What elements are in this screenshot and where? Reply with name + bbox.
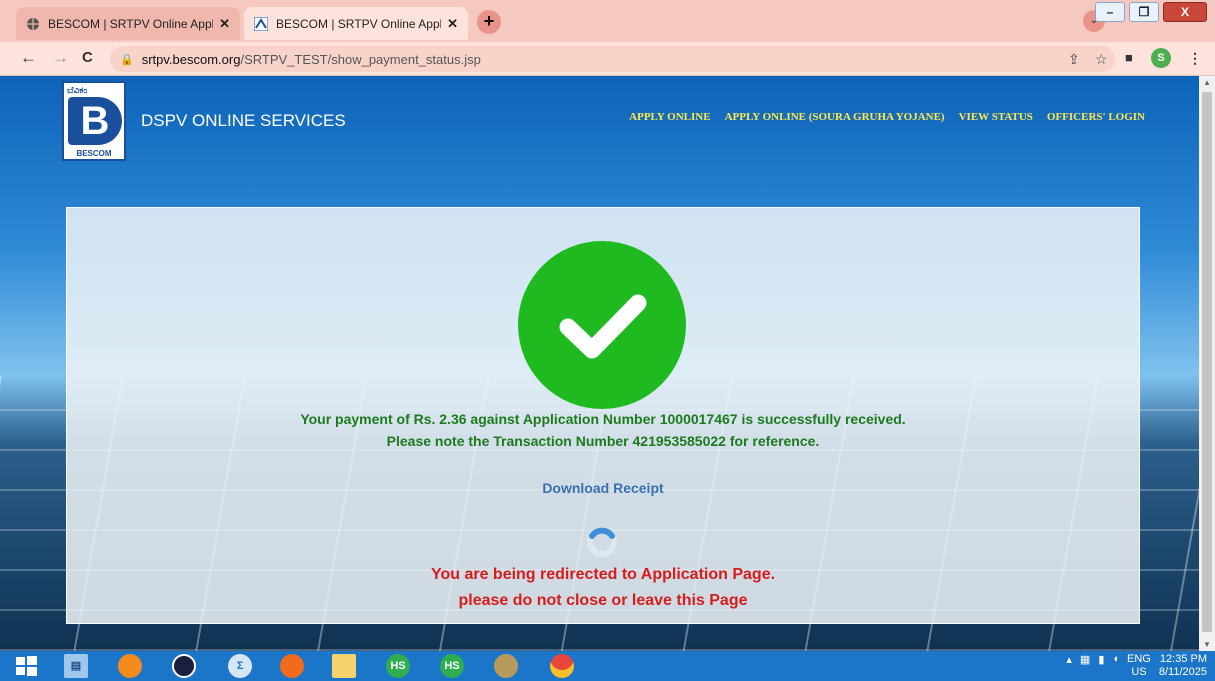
bescom-logo[interactable]: ಬೆವಿಕಂ B BESCOM [62,81,126,161]
nav-apply-online-soura-gruha-yojane[interactable]: APPLY ONLINE (SOURA GRUHA YOJANE) [725,111,945,123]
minimize-button[interactable]: – [1095,2,1125,22]
loading-spinner-icon [587,527,617,557]
browser-tab-bar: BESCOM | SRTPV Online Applicat ✕ BESCOM … [0,0,1215,42]
tab-title: BESCOM | SRTPV Online Applicat [276,16,442,31]
window-controls: – ❐ X [1095,2,1207,22]
nav-officers-login[interactable]: OFFICERS' LOGIN [1047,111,1145,123]
sigma-app-icon[interactable]: Σ [228,654,252,678]
payment-success-message: Your payment of Rs. 2.36 against Applica… [300,411,906,427]
browser-tab-2[interactable]: BESCOM | SRTPV Online Applicat ✕ [244,7,468,40]
share-icon[interactable]: ⇪ [1068,51,1080,68]
logo-mark: B [68,97,122,145]
file-explorer-icon[interactable]: ▤ [64,654,88,678]
scrollbar-thumb[interactable] [1202,92,1212,632]
system-tray: ▴ ▦ ▮ ◖ ENG US 12:35 PM 8/11/2025 [1066,653,1207,679]
hs-app-icon-2[interactable]: HS [440,654,464,678]
bookmark-star-icon[interactable]: ☆ [1095,51,1108,68]
logo-kannada-text: ಬೆವಿಕಂ [67,85,88,95]
nav-apply-online[interactable]: APPLY ONLINE [629,111,710,123]
volume-icon[interactable]: ◖ [1112,653,1119,679]
language-code: ENG [1127,653,1151,665]
windows-start-icon[interactable] [14,654,38,678]
clock-date: 8/11/2025 [1158,666,1207,678]
top-navigation: APPLY ONLINE APPLY ONLINE (SOURA GRUHA Y… [629,111,1145,123]
payment-status-card: Your payment of Rs. 2.36 against Applica… [66,207,1140,624]
scroll-down-icon[interactable]: ▼ [1203,640,1211,649]
close-window-button[interactable]: X [1163,2,1207,22]
more-menu-icon[interactable]: ⋮ [1188,50,1202,67]
pen-app-icon[interactable] [280,654,304,678]
browser-tab-1[interactable]: BESCOM | SRTPV Online Applicat ✕ [16,7,240,40]
scroll-up-icon[interactable]: ▲ [1203,78,1211,87]
page-scrollbar[interactable]: ▲ ▼ [1199,76,1215,651]
forward-arrow-icon[interactable]: → [52,48,69,68]
do-not-close-message: please do not close or leave this Page [458,592,748,609]
close-tab-icon[interactable]: ✕ [447,16,458,32]
close-tab-icon[interactable]: ✕ [219,16,230,32]
new-tab-button[interactable]: + [477,10,501,34]
firefox-icon[interactable] [118,654,142,678]
globe-icon [27,17,39,30]
eclipse-icon[interactable] [172,654,196,678]
logo-brand-text: BESCOM [76,149,112,158]
web-page: ಬೆವಿಕಂ B BESCOM DSPV ONLINE SERVICES APP… [0,76,1199,651]
clock-time: 12:35 PM [1159,653,1207,665]
success-check-icon [518,241,686,409]
url-path: /SRTPV_TEST/show_payment_status.jsp [240,51,481,67]
tab-title: BESCOM | SRTPV Online Applicat [48,16,214,31]
keyboard-layout: US [1131,666,1147,678]
windows-taskbar: ▤ Σ HS HS ▴ ▦ ▮ ◖ ENG US 12:35 PM 8/11/2… [0,651,1215,681]
lock-icon[interactable]: 🔒 [120,53,134,66]
gear-app-icon[interactable] [494,654,518,678]
hs-app-icon[interactable]: HS [386,654,410,678]
transaction-number-message: Please note the Transaction Number 42195… [386,433,820,449]
url-host: srtpv.bescom.org [141,51,241,67]
address-bar[interactable]: 🔒 srtpv.bescom.org /SRTPV_TEST/show_paym… [110,46,1115,72]
chrome-icon[interactable] [550,654,574,678]
back-arrow-icon[interactable]: ← [20,48,37,68]
browser-toolbar: ← → C 🔒 srtpv.bescom.org /SRTPV_TEST/sho… [0,42,1215,76]
redirect-message: You are being redirected to Application … [430,566,776,583]
language-indicator[interactable]: ENG US [1127,653,1151,679]
download-receipt-link[interactable]: Download Receipt [67,480,1139,496]
profile-avatar[interactable]: S [1151,48,1171,68]
nav-view-status[interactable]: VIEW STATUS [959,111,1033,123]
side-panel-icon[interactable]: ■ [1125,50,1133,65]
site-title: DSPV ONLINE SERVICES [141,111,346,130]
battery-icon[interactable]: ▮ [1098,653,1104,679]
restore-button[interactable]: ❐ [1129,2,1159,22]
show-hidden-icons-icon[interactable]: ▴ [1066,653,1072,679]
bescom-favicon-icon [254,16,268,31]
reload-icon[interactable]: C [82,49,93,66]
network-icon[interactable]: ▦ [1080,653,1090,679]
folder-icon[interactable] [332,654,356,678]
system-clock[interactable]: 12:35 PM 8/11/2025 [1159,653,1207,679]
